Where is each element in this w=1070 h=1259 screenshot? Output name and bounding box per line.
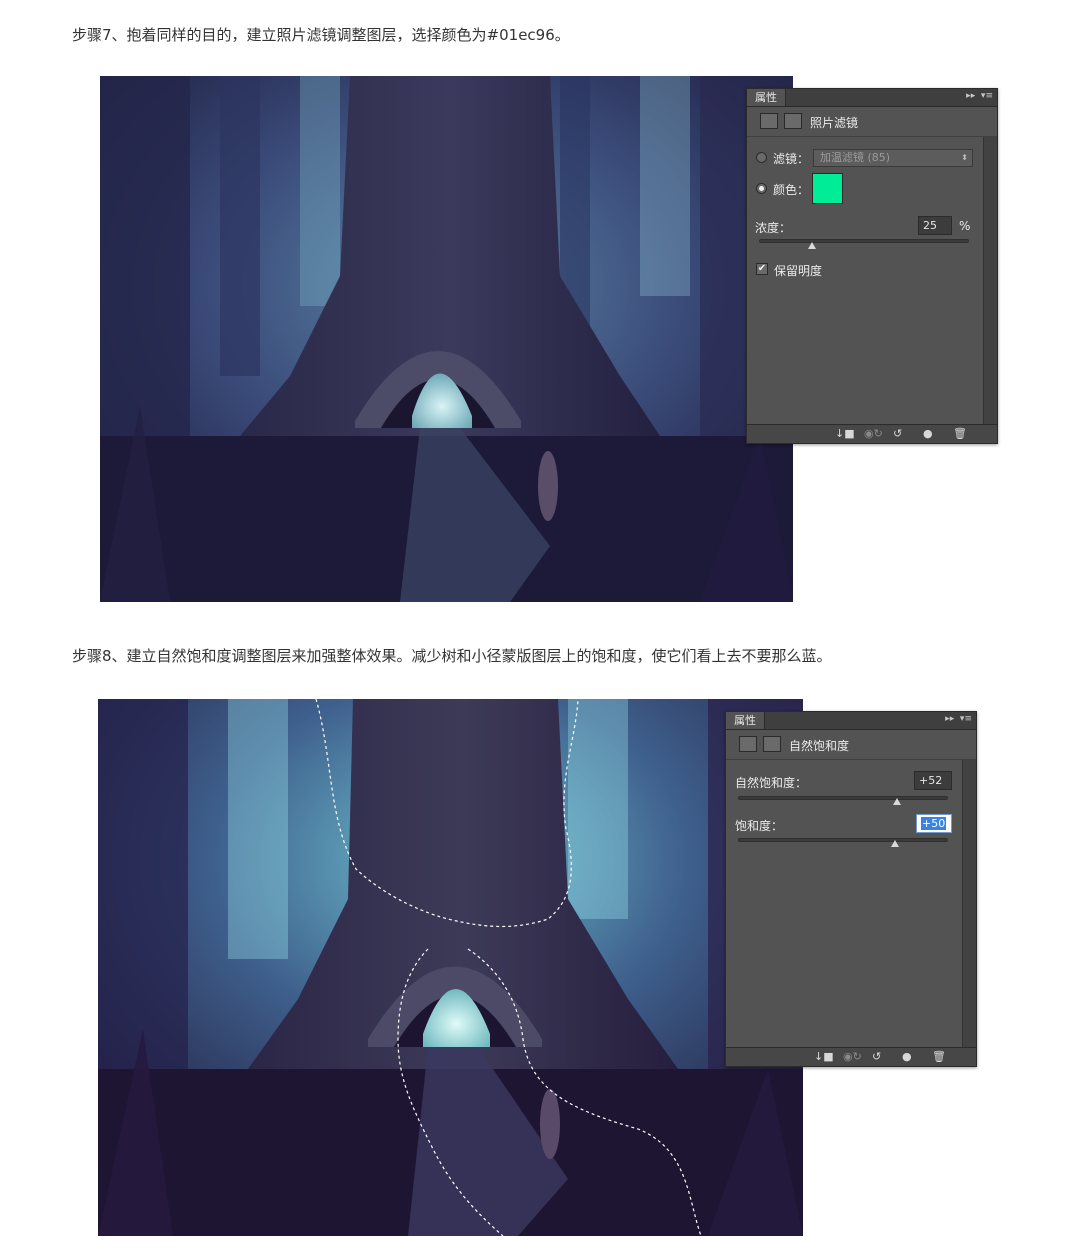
triangle-icon [739, 736, 757, 752]
filter-label: 滤镜： [773, 152, 810, 166]
panel-scrollbar[interactable] [962, 760, 976, 1047]
filter-radio[interactable] [756, 152, 767, 163]
select-arrow-icon: ⬍ [961, 153, 968, 162]
panel-titlebar: 属性 ▸▸ ▾≡ [747, 89, 997, 107]
vibrance-slider-thumb[interactable] [893, 798, 901, 805]
preserve-luminosity-checkbox[interactable]: ✔ [756, 263, 768, 275]
clip-to-layer-icon[interactable]: ↓■ [814, 1050, 834, 1063]
filter-select-value: 加温滤镜 (85) [820, 151, 891, 164]
saturation-slider-thumb[interactable] [891, 840, 899, 847]
panel-footer: ↓■ ◉↻ ↺ ● 🗑 [747, 424, 997, 443]
panel-menu-icon[interactable]: ▸▸ ▾≡ [945, 714, 972, 724]
panel-menu-icon[interactable]: ▸▸ ▾≡ [966, 91, 993, 101]
eye-icon[interactable]: ● [902, 1050, 912, 1063]
panel-header: 自然饱和度 [726, 730, 976, 760]
density-label: 浓度： [755, 221, 792, 235]
panel-header: 照片滤镜 [747, 107, 997, 137]
trash-icon[interactable]: 🗑 [932, 1050, 946, 1063]
properties-tab[interactable]: 属性 [747, 89, 786, 106]
step7-properties-panel: 属性 ▸▸ ▾≡ 照片滤镜 滤镜： 加温滤镜 (85) ⬍ 颜色： 浓度： 25… [746, 88, 998, 444]
preserve-luminosity-label: 保留明度 [774, 264, 823, 278]
filter-select[interactable]: 加温滤镜 (85) ⬍ [813, 149, 973, 167]
color-label: 颜色： [773, 183, 810, 197]
saturation-slider-track[interactable] [738, 838, 948, 842]
mask-icon[interactable] [784, 113, 802, 129]
panel-body: 自然饱和度： +52 饱和度： +50 [726, 760, 962, 1047]
vibrance-slider-track[interactable] [738, 796, 948, 800]
panel-scrollbar[interactable] [983, 137, 997, 424]
panel-titlebar: 属性 ▸▸ ▾≡ [726, 712, 976, 730]
vibrance-label: 自然饱和度： [735, 776, 808, 790]
vibrance-input[interactable]: +52 [914, 771, 952, 790]
density-input[interactable]: 25 [918, 216, 952, 235]
step8-photo [98, 699, 803, 1236]
panel-title: 照片滤镜 [810, 116, 859, 130]
reset-icon[interactable]: ↺ [872, 1050, 881, 1063]
step7-instruction: 步骤7、抱着同样的目的，建立照片滤镜调整图层，选择颜色为#01ec96。 [72, 26, 570, 44]
properties-tab[interactable]: 属性 [726, 712, 765, 729]
color-swatch[interactable] [812, 173, 843, 204]
eye-icon[interactable]: ● [923, 427, 933, 440]
density-slider-thumb[interactable] [807, 242, 816, 249]
density-unit: % [959, 219, 971, 233]
density-slider-track[interactable] [759, 239, 969, 243]
panel-body: 滤镜： 加温滤镜 (85) ⬍ 颜色： 浓度： 25 % ✔ 保留明度 [747, 137, 983, 424]
panel-title: 自然饱和度 [789, 739, 850, 753]
step7-photo [100, 76, 793, 602]
saturation-input[interactable]: +50 [916, 814, 952, 833]
view-previous-icon[interactable]: ◉↻ [864, 427, 883, 440]
step8-instruction: 步骤8、建立自然饱和度调整图层来加强整体效果。减少树和小径蒙版图层上的饱和度，使… [72, 647, 832, 665]
saturation-label: 饱和度： [735, 819, 784, 833]
saturation-input-value: +50 [921, 817, 947, 830]
view-previous-icon[interactable]: ◉↻ [843, 1050, 862, 1063]
reset-icon[interactable]: ↺ [893, 427, 902, 440]
color-radio[interactable] [756, 183, 767, 194]
step8-properties-panel: 属性 ▸▸ ▾≡ 自然饱和度 自然饱和度： +52 饱和度： +50 ↓■ ◉↻… [725, 711, 977, 1067]
camera-icon [760, 113, 778, 129]
trash-icon[interactable]: 🗑 [953, 427, 967, 440]
mask-icon[interactable] [763, 736, 781, 752]
clip-to-layer-icon[interactable]: ↓■ [835, 427, 855, 440]
panel-footer: ↓■ ◉↻ ↺ ● 🗑 [726, 1047, 976, 1066]
